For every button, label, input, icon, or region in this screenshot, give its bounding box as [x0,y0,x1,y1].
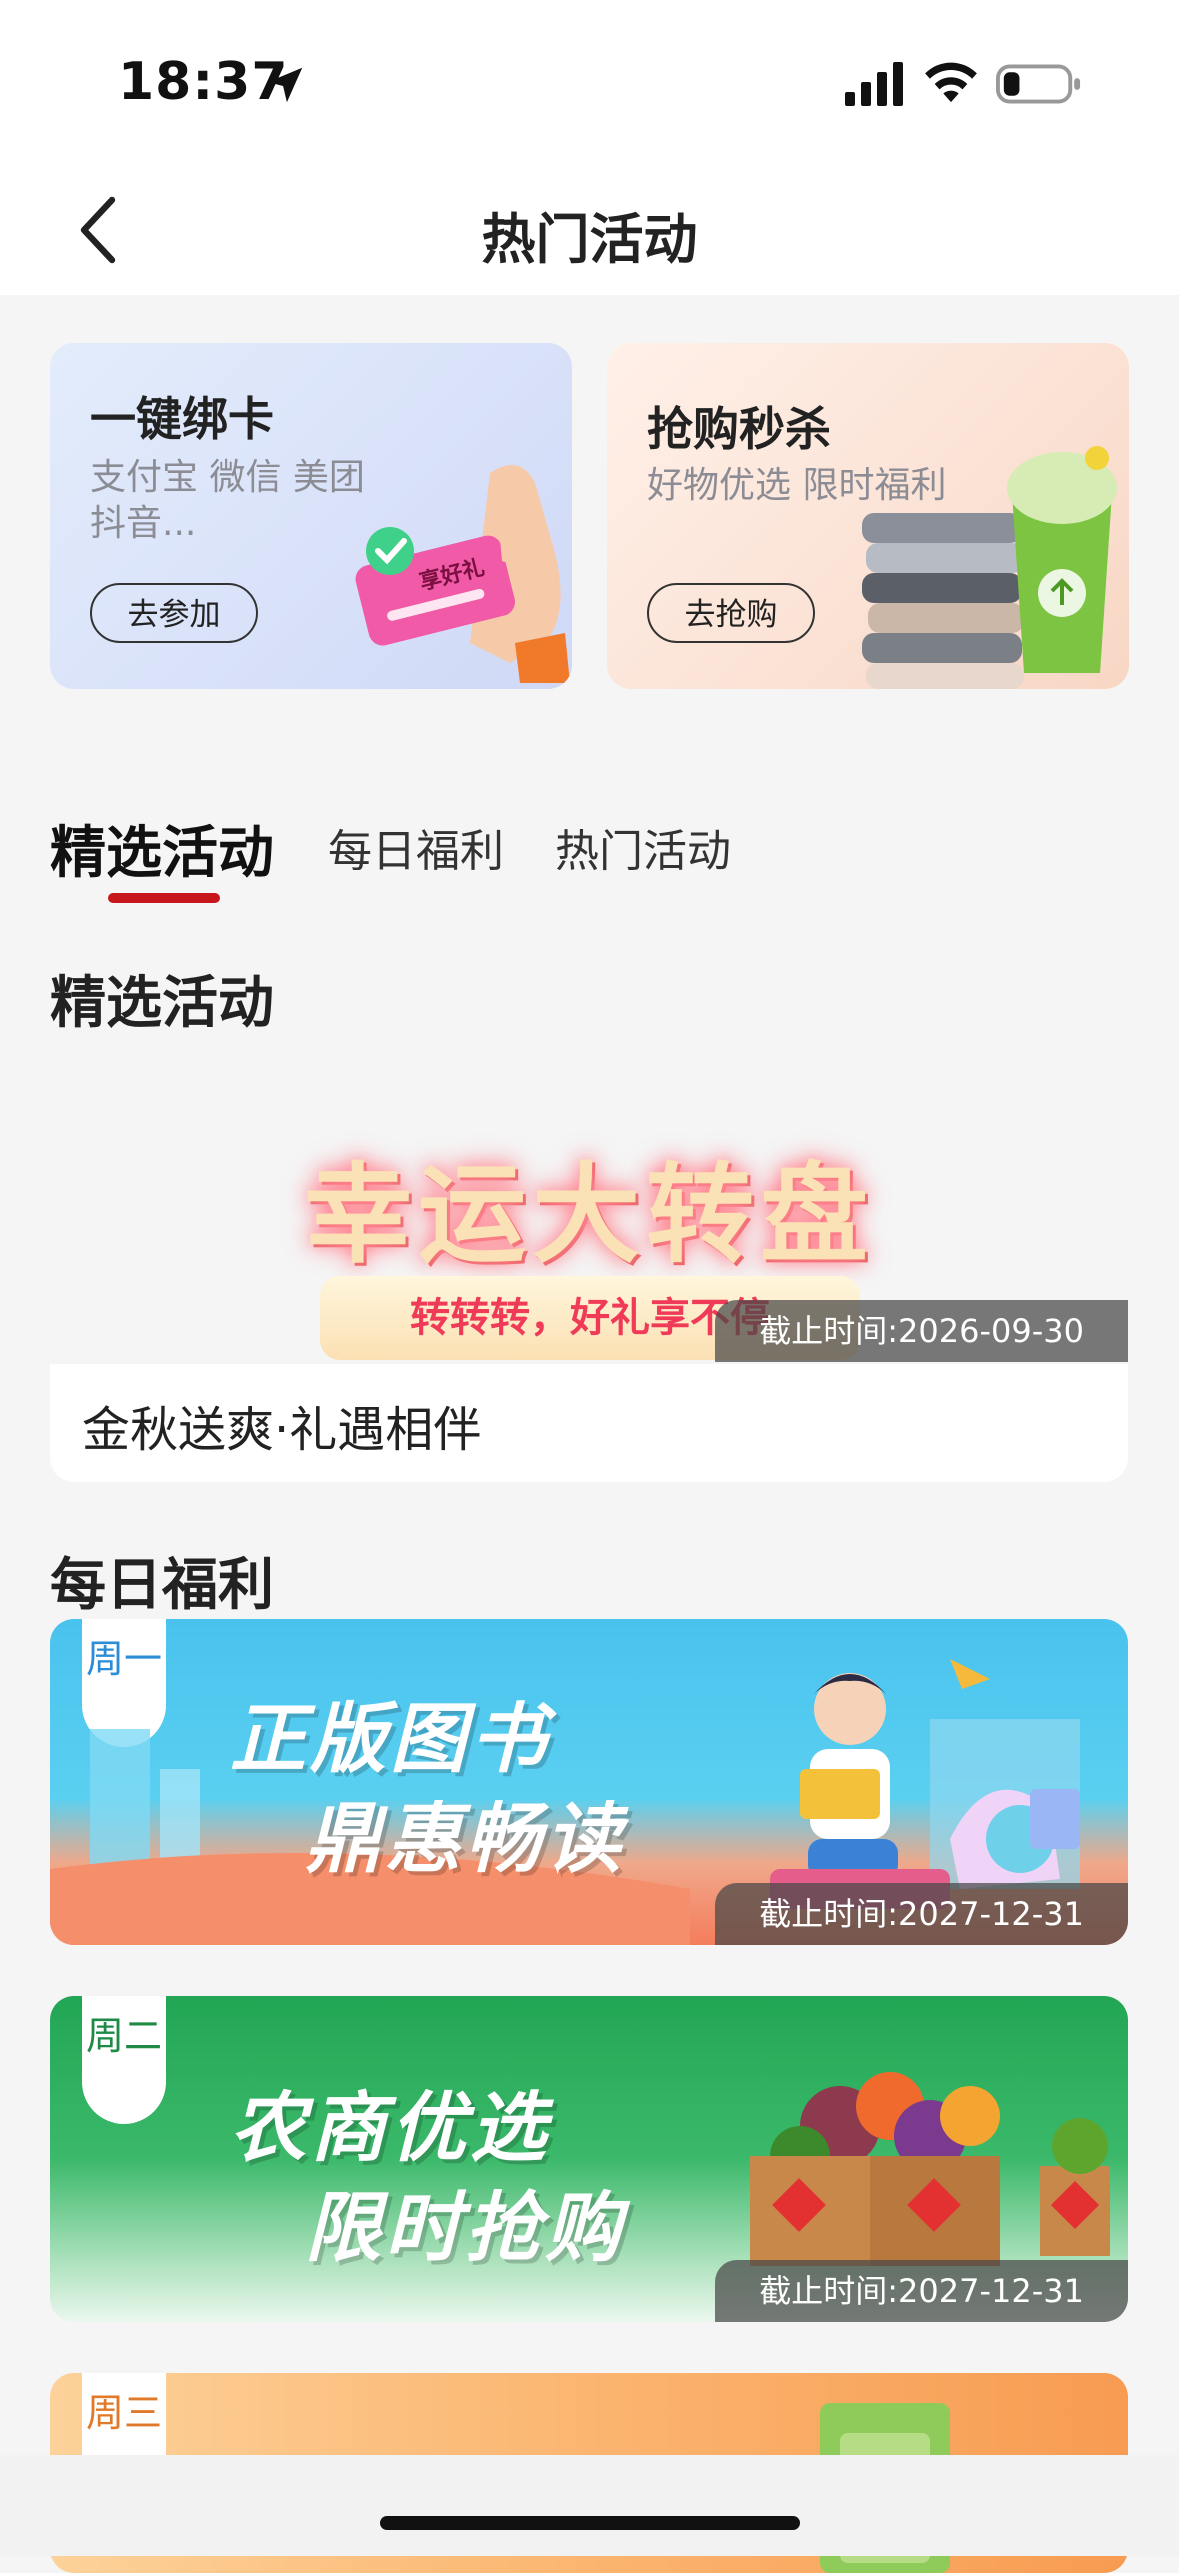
deadline-badge: 截止时间:2026-09-30 [715,1300,1128,1362]
promo-title: 抢购秒杀 [647,402,831,456]
deadline-badge: 截止时间:2027-12-31 [715,1883,1128,1945]
location-arrow-icon [267,67,303,103]
banner-line-1: 农商优选 [230,2083,550,2172]
join-button[interactable]: 去参加 [90,583,258,643]
banner-line-1: 正版图书 [230,1694,550,1783]
activity-name: 金秋送爽·礼遇相伴 [82,1402,482,1458]
daily-benefit-card-books[interactable]: 周一 正版图书 鼎惠畅读 截止时间:2027-12-31 [50,1619,1128,1945]
promo-card-flash-sale[interactable]: 抢购秒杀 好物优选 限时福利 去抢购 [607,343,1129,689]
wifi-icon [925,62,977,103]
promo-subtitle-more: 抖音... [90,503,197,544]
daily-benefit-card-farm[interactable]: 周二 农商优选 限时抢购 截止时间:2027-12-31 [50,1996,1128,2322]
section-heading-featured: 精选活动 [50,971,274,1036]
page-title: 热门活动 [481,208,698,271]
towels-and-drink-illustration [862,446,1117,689]
tab-featured[interactable]: 精选活动 [50,808,274,889]
deadline-badge: 截止时间:2027-12-31 [715,2260,1128,2322]
featured-activity-card[interactable]: 幸运大转盘 转转转，好礼享不停 截止时间:2026-09-30 金秋送爽·礼遇相… [50,1068,1128,1482]
battery-icon [996,64,1081,104]
home-indicator[interactable] [380,2516,800,2530]
banner-line-2: 限时抢购 [305,2183,625,2272]
section-heading-daily: 每日福利 [50,1553,274,1618]
weekday-tag: 周二 [82,1996,166,2124]
promo-title: 一键绑卡 [90,392,274,446]
cellular-signal-icon [845,62,903,106]
grab-button[interactable]: 去抢购 [647,583,815,643]
tab-daily-benefits[interactable]: 每日福利 [328,815,504,879]
banner-title: 幸运大转盘 [303,1153,874,1278]
active-tab-indicator [108,893,220,903]
banner-line-2: 鼎惠畅读 [305,1794,625,1883]
promo-card-bind-card[interactable]: 一键绑卡 支付宝 微信 美团 抖音... 去参加 享好礼 [50,343,572,689]
tab-hot-activities[interactable]: 热门活动 [555,815,731,879]
hand-holding-card-illustration: 享好礼 [355,465,570,683]
home-bar-area [0,2455,1179,2556]
